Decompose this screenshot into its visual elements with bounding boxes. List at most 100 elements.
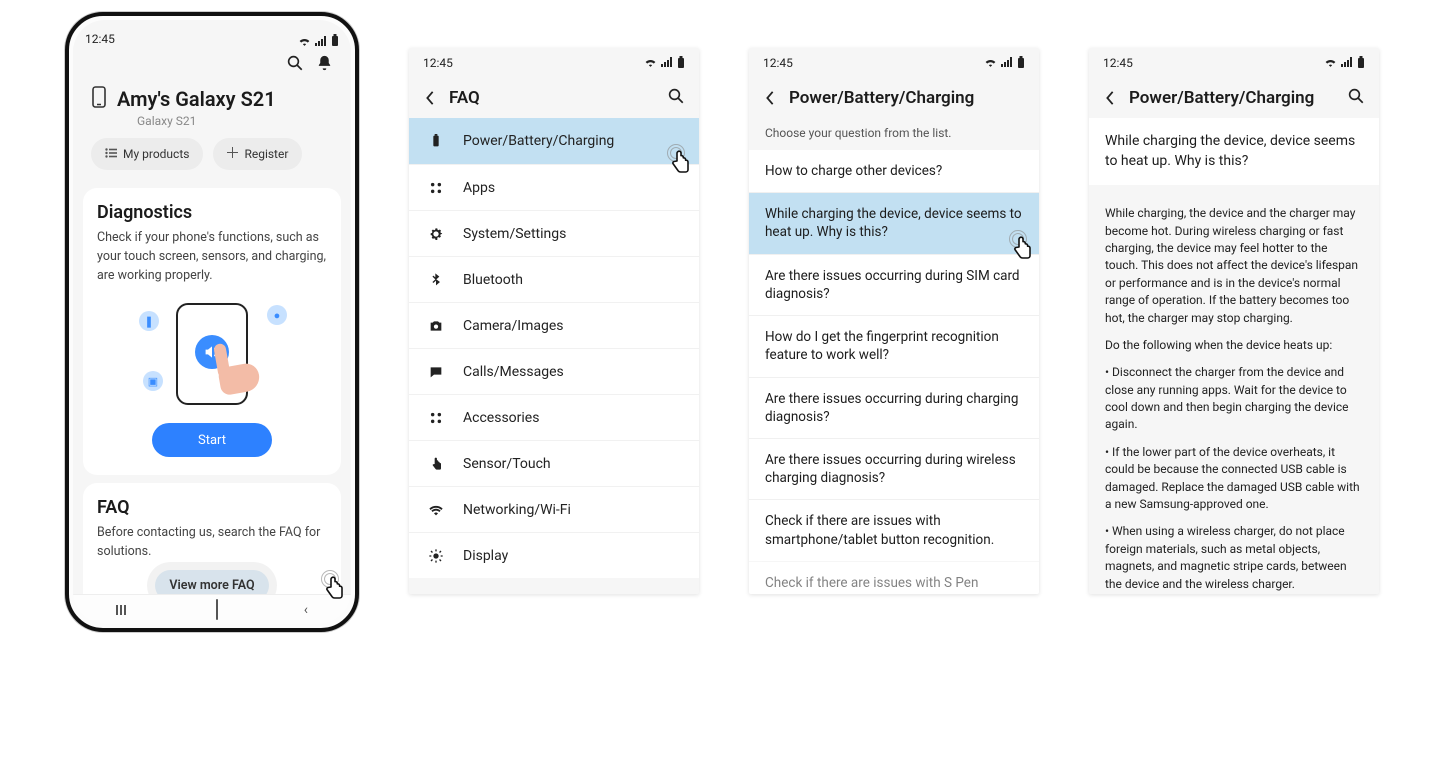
list-icon (105, 147, 117, 161)
wifi-icon (984, 56, 997, 70)
android-navbar: ‹ (73, 594, 351, 624)
answer-body: While charging, the device and the charg… (1089, 205, 1379, 593)
answer-paragraph: • When using a wireless charger, do not … (1105, 523, 1363, 593)
page-title: FAQ (449, 88, 655, 108)
faq-category-label: Apps (463, 180, 495, 196)
faq-questions-screen: 12:45 Power/Battery/Charging Choose your… (749, 48, 1039, 594)
recents-button[interactable] (116, 605, 130, 615)
faq-question-item[interactable]: Are there issues occurring during wirele… (749, 438, 1039, 499)
faq-question-item[interactable]: How do I get the fingerprint recognition… (749, 315, 1039, 376)
search-icon[interactable] (1347, 87, 1365, 109)
plus-icon (227, 147, 238, 161)
apps-icon (427, 180, 445, 196)
faq-category-list: Power/Battery/Charging Apps System/Setting… (409, 118, 699, 578)
faq-question-item[interactable]: How to charge other devices? (749, 150, 1039, 192)
screen-header: Power/Battery/Charging (749, 78, 1039, 118)
start-button[interactable]: Start (152, 423, 272, 457)
faq-category-item[interactable]: Apps (409, 164, 699, 210)
faq-title: FAQ (97, 497, 327, 518)
back-icon[interactable] (763, 90, 777, 106)
faq-category-item[interactable]: Calls/Messages (409, 348, 699, 394)
acc-icon (427, 410, 445, 426)
bell-icon[interactable] (316, 54, 333, 76)
phone-frame-1: 12:45 (65, 12, 359, 632)
msg-icon (427, 364, 445, 380)
chip-label: Register (244, 147, 288, 161)
bright-icon (427, 548, 445, 564)
back-button[interactable]: ‹ (304, 602, 308, 618)
faq-category-label: Bluetooth (463, 272, 523, 288)
battery-icon (1017, 56, 1025, 71)
answer-paragraph: • Disconnect the charger from the device… (1105, 364, 1363, 434)
back-icon[interactable] (1103, 90, 1117, 106)
status-bar: 12:45 (749, 48, 1039, 78)
answer-question: While charging the device, device seems … (1089, 118, 1379, 185)
faq-category-item[interactable]: Camera/Images (409, 302, 699, 348)
signal-icon (661, 56, 673, 70)
faq-category-label: Display (463, 548, 508, 564)
battery-icon (427, 133, 445, 149)
status-time: 12:45 (1103, 56, 1133, 70)
faq-category-item[interactable]: Networking/Wi-Fi (409, 486, 699, 532)
battery-icon (677, 56, 685, 71)
chip-label: My products (123, 147, 189, 161)
status-bar: 12:45 (409, 48, 699, 78)
page-title: Power/Battery/Charging (789, 88, 1025, 108)
wifi-icon (298, 36, 311, 46)
phone-screen-1: 12:45 (73, 20, 351, 624)
search-icon[interactable] (286, 54, 304, 76)
wifi-icon (1324, 56, 1337, 70)
faq-question-item[interactable]: Check if there are issues with smartphon… (749, 499, 1039, 560)
signal-icon (315, 36, 327, 46)
status-time: 12:45 (423, 56, 453, 70)
status-time: 12:45 (85, 32, 115, 46)
faq-category-label: Calls/Messages (463, 364, 564, 380)
touch-icon (427, 456, 445, 472)
faq-question-item[interactable]: Are there issues occurring during chargi… (749, 377, 1039, 438)
diagnostics-illustration: ❚ ● ▣ (97, 293, 327, 413)
faq-category-label: Networking/Wi-Fi (463, 502, 571, 518)
screen-header: Power/Battery/Charging (1089, 78, 1379, 118)
diagnostics-body: Check if your phone's functions, such as… (97, 229, 327, 285)
faq-category-label: Camera/Images (463, 318, 564, 334)
faq-category-label: Power/Battery/Charging (463, 133, 614, 149)
faq-category-item[interactable]: Accessories (409, 394, 699, 440)
signal-icon (1001, 56, 1013, 70)
faq-question-item[interactable]: While charging the device, device seems … (749, 192, 1039, 253)
device-model: Galaxy S21 (89, 114, 335, 128)
answer-paragraph: • If the lower part of the device overhe… (1105, 444, 1363, 514)
question-hint: Choose your question from the list. (749, 118, 1039, 150)
back-icon[interactable] (423, 90, 437, 106)
faq-category-item[interactable]: Display (409, 532, 699, 578)
answer-paragraph: Do the following when the device heats u… (1105, 337, 1363, 354)
faq-category-item[interactable]: Bluetooth (409, 256, 699, 302)
camera-icon (427, 318, 445, 334)
faq-question-list: How to charge other devices?While chargi… (749, 150, 1039, 594)
faq-answer-screen: 12:45 Power/Battery/Charging While charg… (1089, 48, 1379, 594)
mic-bubble-icon: ● (267, 305, 287, 325)
my-products-chip[interactable]: My products (91, 138, 203, 170)
answer-paragraph: While charging, the device and the charg… (1105, 205, 1363, 327)
faq-category-item[interactable]: Power/Battery/Charging (409, 118, 699, 164)
faq-body: Before contacting us, search the FAQ for… (97, 524, 327, 562)
device-title: Amy's Galaxy S21 (117, 87, 276, 111)
register-chip[interactable]: Register (213, 138, 302, 170)
faq-category-item[interactable]: System/Settings (409, 210, 699, 256)
faq-category-item[interactable]: Sensor/Touch (409, 440, 699, 486)
diagnostics-card: Diagnostics Check if your phone's functi… (83, 188, 341, 475)
gear-icon (427, 226, 445, 242)
hand-illustration (203, 336, 273, 406)
faq-question-item[interactable]: Are there issues occurring during SIM ca… (749, 254, 1039, 315)
faq-category-label: Accessories (463, 410, 539, 426)
view-more-faq-button[interactable]: View more FAQ (155, 570, 268, 594)
phone-icon (91, 86, 107, 112)
battery-icon (331, 34, 339, 46)
faq-category-label: Sensor/Touch (463, 456, 551, 472)
screen-header: FAQ (409, 78, 699, 118)
home-button[interactable] (216, 600, 218, 619)
search-icon[interactable] (667, 87, 685, 109)
bt-icon (427, 272, 445, 288)
faq-categories-screen: 12:45 FAQ Power/Battery/Charging Apps Syst… (409, 48, 699, 594)
faq-question-item[interactable]: Check if there are issues with S Pen rec… (749, 561, 1039, 594)
battery-icon (1357, 56, 1365, 71)
